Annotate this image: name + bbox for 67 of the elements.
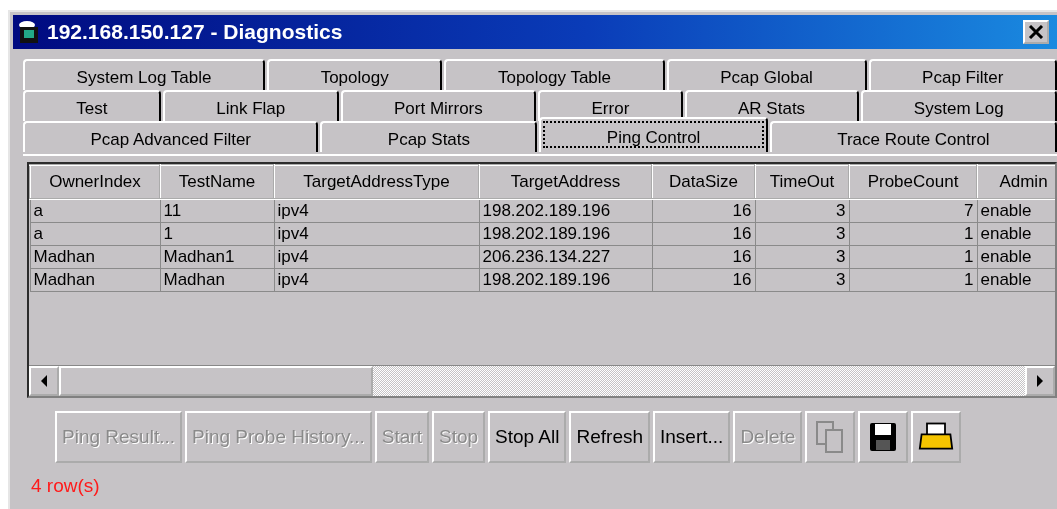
table-cell: 16	[652, 222, 755, 246]
table-cell: 16	[652, 199, 755, 223]
column-header[interactable]: TargetAddressType	[274, 165, 479, 199]
close-icon	[1028, 25, 1044, 39]
right-arrow-icon	[1036, 375, 1044, 387]
column-header[interactable]: TargetAddress	[479, 165, 652, 199]
window-title: 192.168.150.127 - Diagnostics	[47, 20, 344, 44]
network-device-icon	[17, 20, 41, 44]
table-cell: 198.202.189.196	[479, 268, 652, 292]
column-header[interactable]: Admin	[977, 165, 1055, 199]
copy-icon	[815, 420, 846, 454]
action-button[interactable]: Refresh	[569, 411, 650, 463]
tab[interactable]: Test	[23, 90, 161, 121]
table-cell: 11	[160, 199, 274, 223]
action-button[interactable]: Insert...	[653, 411, 731, 463]
column-header[interactable]: OwnerIndex	[30, 165, 160, 199]
table-cell: 3	[755, 222, 849, 246]
column-header[interactable]: ProbeCount	[849, 165, 977, 199]
tab[interactable]: Ping Control	[539, 117, 768, 152]
table-cell: 1	[849, 268, 977, 292]
tab[interactable]: Pcap Filter	[868, 59, 1057, 90]
table-cell: Madhan	[30, 245, 160, 269]
close-button[interactable]	[1023, 20, 1049, 44]
scroll-right-button[interactable]	[1025, 366, 1055, 396]
table-cell: 198.202.189.196	[479, 199, 652, 223]
tab[interactable]: Pcap Global	[666, 59, 867, 90]
tab[interactable]: Pcap Stats	[320, 121, 538, 152]
tab[interactable]: AR Stats	[684, 90, 859, 121]
table-cell: Madhan	[30, 268, 160, 292]
table-cell: ipv4	[274, 245, 479, 269]
tab[interactable]: Topology Table	[444, 59, 665, 90]
table-cell: 1	[849, 222, 977, 246]
tab[interactable]: System Log	[860, 90, 1057, 121]
save-button[interactable]	[858, 411, 909, 463]
tab[interactable]: System Log Table	[23, 59, 266, 90]
table-cell: 198.202.189.196	[479, 222, 652, 246]
table-cell: Madhan	[160, 268, 274, 292]
action-button[interactable]: Stop All	[488, 411, 567, 463]
column-header[interactable]: TimeOut	[755, 165, 849, 199]
table-cell: ipv4	[274, 268, 479, 292]
left-arrow-icon	[40, 375, 48, 387]
table-cell: 16	[652, 245, 755, 269]
table-cell: ipv4	[274, 199, 479, 223]
table-cell: 3	[755, 268, 849, 292]
tab[interactable]: Port Mirrors	[340, 90, 537, 121]
row-count: 4 row(s)	[30, 474, 101, 497]
table-cell: 206.236.134.227	[479, 245, 652, 269]
print-button[interactable]	[911, 411, 962, 463]
table-cell: 3	[755, 199, 849, 223]
column-header[interactable]: DataSize	[652, 165, 755, 199]
table-cell: a	[30, 222, 160, 246]
scroll-left-button[interactable]	[29, 366, 59, 396]
table-cell: 16	[652, 268, 755, 292]
scroll-thumb[interactable]	[59, 366, 373, 396]
tab[interactable]: Pcap Advanced Filter	[23, 121, 319, 152]
column-header[interactable]: TestName	[160, 165, 274, 199]
table-cell: 7	[849, 199, 977, 223]
table-cell: 1	[849, 245, 977, 269]
table-cell: 1	[160, 222, 274, 246]
tab[interactable]: Link Flap	[162, 90, 339, 121]
table-cell: 3	[755, 245, 849, 269]
table-cell: ipv4	[274, 222, 479, 246]
tab[interactable]: Topology	[267, 59, 443, 90]
table-cell: Madhan1	[160, 245, 274, 269]
tab[interactable]: Trace Route Control	[769, 121, 1057, 152]
table-cell: a	[30, 199, 160, 223]
horizontal-scrollbar[interactable]	[29, 365, 1055, 396]
